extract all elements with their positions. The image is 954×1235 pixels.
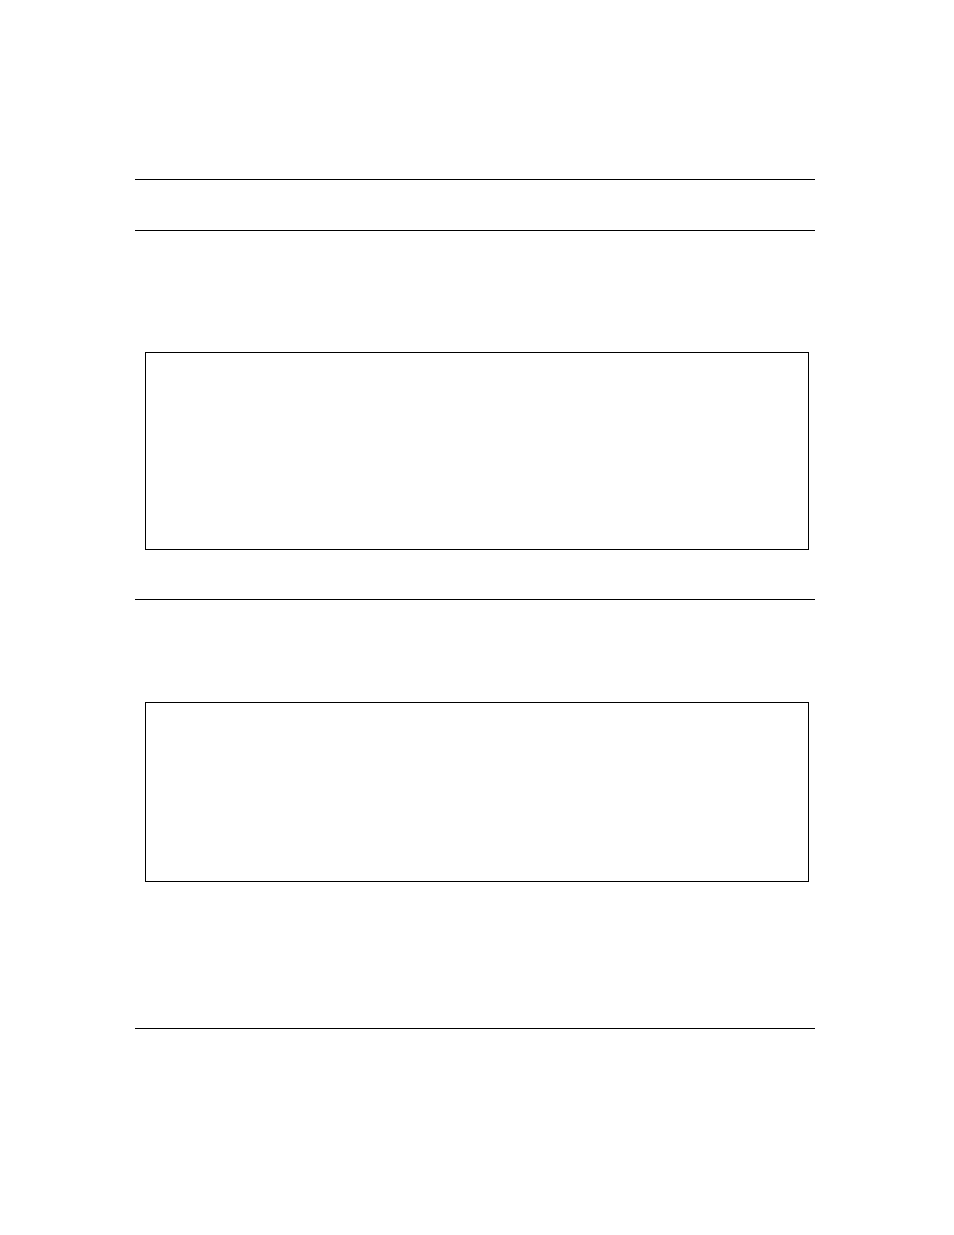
horizontal-rule-2 xyxy=(135,230,815,231)
content-box-1 xyxy=(145,352,809,550)
page xyxy=(0,0,954,1235)
horizontal-rule-1 xyxy=(135,179,815,180)
horizontal-rule-4 xyxy=(135,1028,815,1029)
content-box-2 xyxy=(145,702,809,882)
horizontal-rule-3 xyxy=(135,599,815,600)
